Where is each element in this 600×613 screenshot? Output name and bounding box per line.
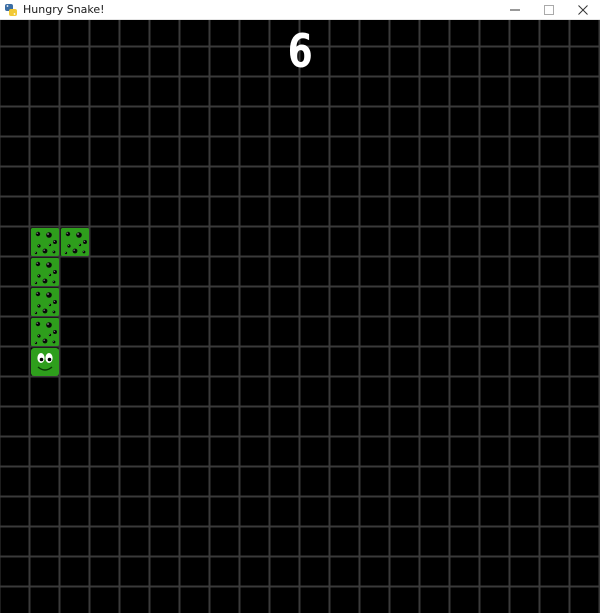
game-window: Hungry Snake! 6 [0,0,600,613]
snake-body-segment [31,318,59,346]
window-title: Hungry Snake! [23,3,105,16]
minimize-icon [510,9,520,11]
snake-head [31,348,59,376]
close-button[interactable] [566,0,600,20]
minimize-button[interactable] [498,0,532,20]
snake [31,228,89,376]
game-board[interactable]: 6 [0,20,600,613]
snake-body-segment [31,258,59,286]
title-bar[interactable]: Hungry Snake! [0,0,600,20]
maximize-button[interactable] [532,0,566,20]
python-icon [5,3,17,16]
close-icon [578,5,588,15]
score-counter: 6 [287,24,313,78]
snake-body-segment [61,228,89,256]
snake-body-segment [31,228,59,256]
maximize-icon [544,5,554,15]
snake-body-segment [31,288,59,316]
